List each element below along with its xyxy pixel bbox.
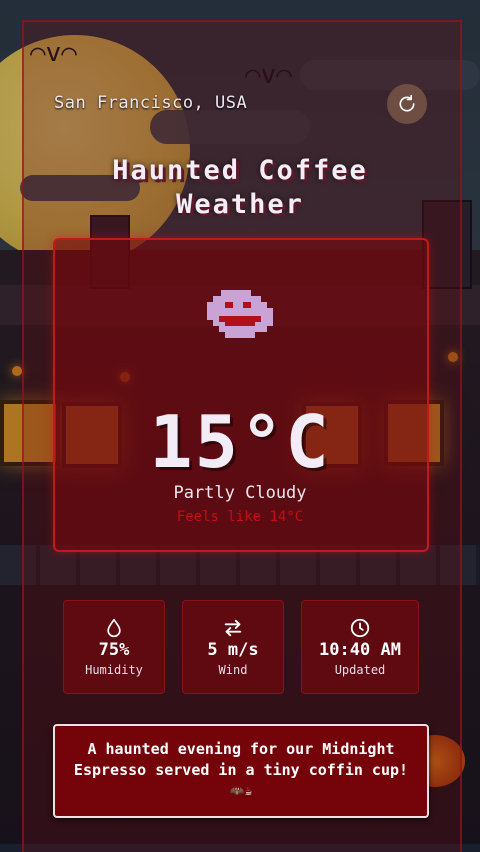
wind-label: Wind <box>218 663 248 677</box>
page-title: Haunted Coffee Weather <box>0 154 480 222</box>
clock-icon <box>302 617 418 639</box>
message-text: A haunted evening for our Midnight Espre… <box>73 740 409 779</box>
updated-label: Updated <box>334 663 386 677</box>
coffee-message-card: A haunted evening for our Midnight Espre… <box>53 724 429 818</box>
humidity-value: 75% <box>98 640 130 660</box>
current-weather-card <box>53 238 429 552</box>
humidity-stat: 75% Humidity <box>63 600 165 694</box>
ghost-icon <box>207 290 273 338</box>
humidity-label: Humidity <box>85 663 143 677</box>
refresh-icon <box>399 94 415 112</box>
coffee-message-text: A haunted evening for our Midnight Espre… <box>67 739 415 802</box>
location-label: San Francisco, USA <box>54 93 248 113</box>
wind-stat: 5 m/s Wind <box>182 600 284 694</box>
title-line-1: Haunted Coffee <box>112 155 368 186</box>
updated-stat: 10:40 AM Updated <box>301 600 419 694</box>
droplet-icon <box>64 617 164 639</box>
feels-like-text: Feels like 14°C <box>176 509 304 525</box>
title-line-2: Weather <box>176 189 304 220</box>
temperature-value: 15°C <box>149 400 331 484</box>
wind-value: 5 m/s <box>207 640 259 660</box>
arrows-exchange-icon <box>183 617 283 639</box>
message-emoji: 🦇☕ <box>229 784 253 798</box>
condition-text: Partly Cloudy <box>173 483 307 503</box>
refresh-button[interactable] <box>387 84 427 124</box>
updated-value: 10:40 AM <box>319 640 401 660</box>
